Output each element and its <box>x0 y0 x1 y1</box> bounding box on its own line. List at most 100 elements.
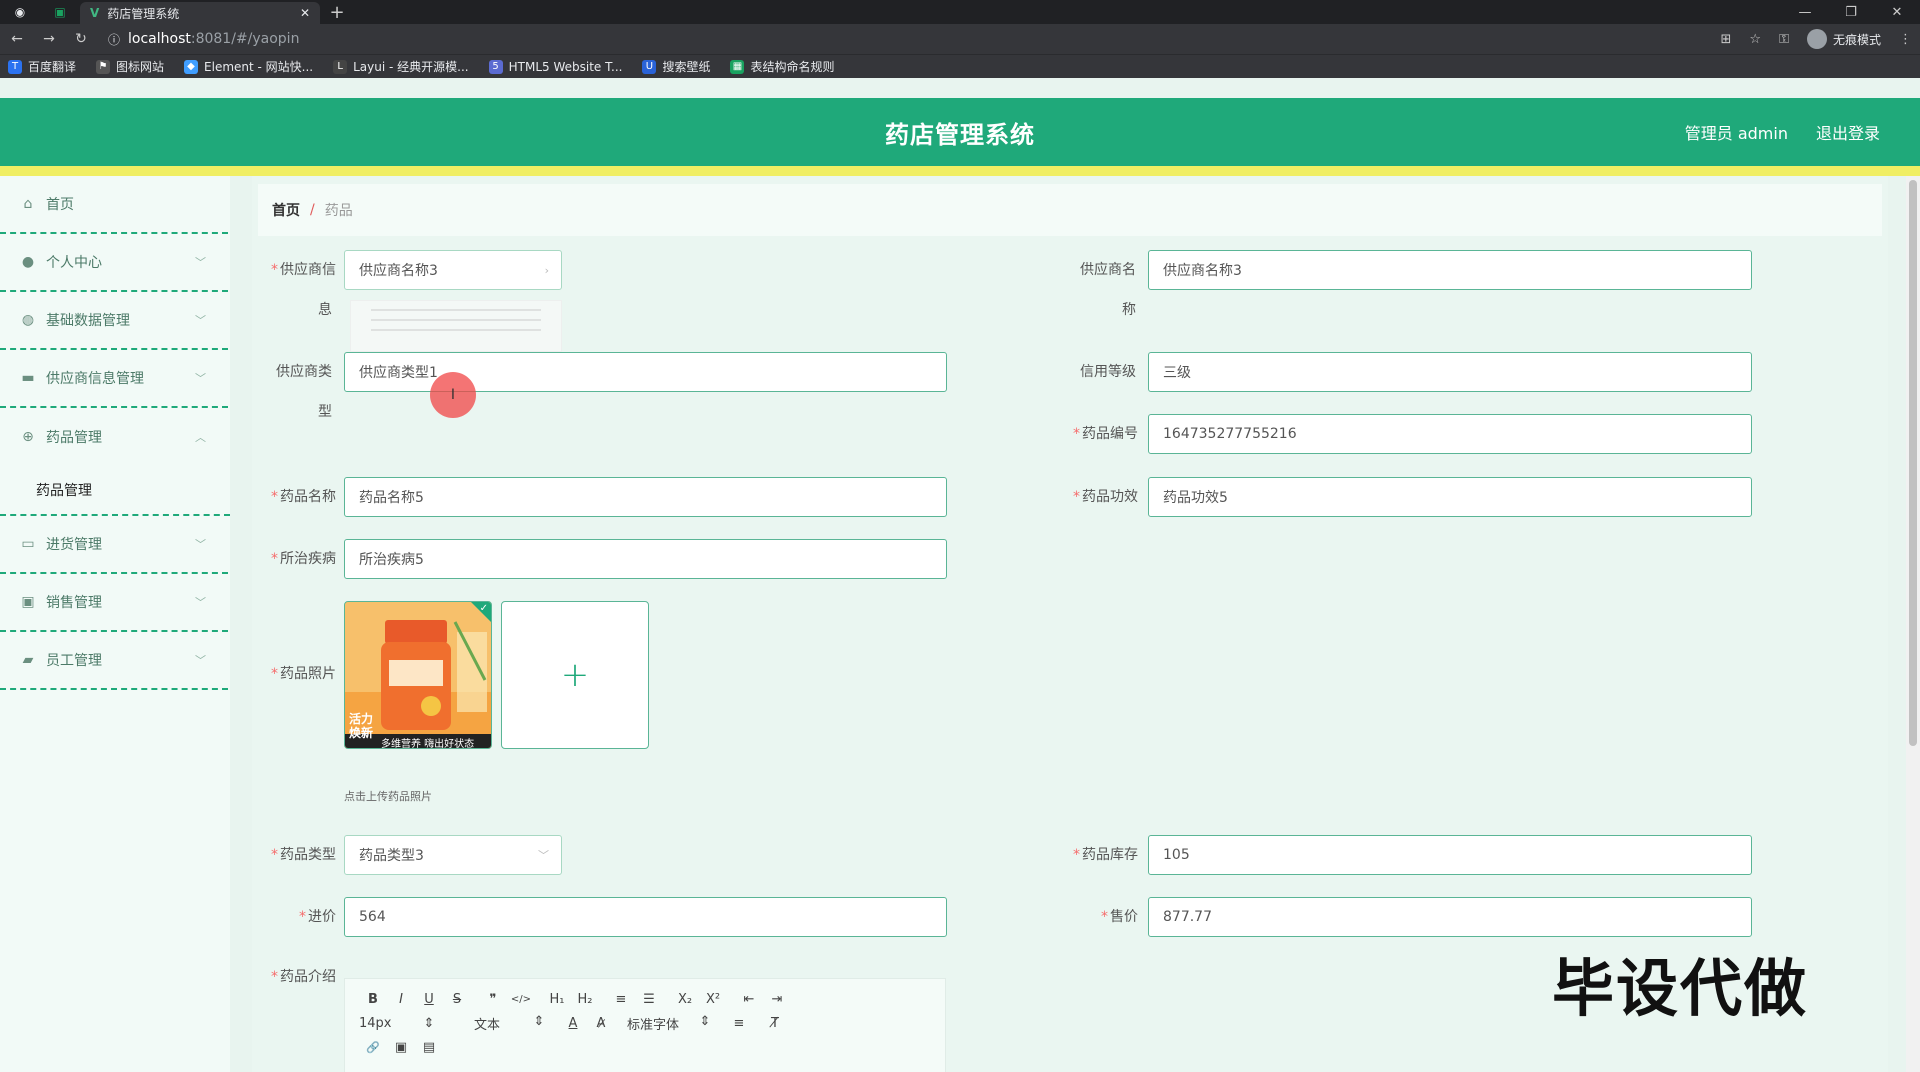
logout-button[interactable]: 退出登录 <box>1816 120 1880 144</box>
incognito-profile[interactable]: 无痕模式 <box>1806 29 1881 49</box>
ordered-list-icon[interactable]: ≡ <box>607 992 635 1007</box>
sort-icon: ⇕ <box>533 1013 545 1029</box>
check-icon: ✓ <box>479 603 488 614</box>
breadcrumb-separator: / <box>310 202 315 218</box>
key-icon[interactable]: ⚿ <box>1779 32 1789 47</box>
bookmark-item[interactable]: L Layui - 经典开源模... <box>333 58 469 75</box>
sidebar-item-purchase[interactable]: ▭ 进货管理 ﹀ <box>0 516 228 574</box>
bookmark-star-icon[interactable]: ☆ <box>1749 32 1761 47</box>
blockquote-icon[interactable]: ❞ <box>479 992 507 1007</box>
window-controls: — ❐ ✕ <box>1782 0 1920 24</box>
font-family-select[interactable]: 标准字体 ⇕ <box>615 1014 725 1033</box>
bullet-list-icon[interactable]: ☰ <box>635 992 663 1007</box>
code-icon[interactable]: </> <box>507 994 535 1005</box>
image-icon[interactable]: ▣ <box>387 1040 415 1055</box>
sidebar-item-base-data[interactable]: ◍ 基础数据管理 ﹀ <box>0 292 228 350</box>
sidebar-subitem-medicine[interactable]: 药品管理 <box>0 466 230 516</box>
address-bar[interactable]: ⓘ localhost:8081/#/yaopin <box>104 27 1707 51</box>
bookmark-item[interactable]: ⚑ 图标网站 <box>96 58 164 75</box>
supplier-name-label-line2: 称 <box>1122 302 1136 318</box>
incognito-label: 无痕模式 <box>1832 32 1881 47</box>
drug-type-label: * 药品类型 <box>271 847 336 863</box>
supplier-info-label: * 供应商信 <box>271 262 336 278</box>
active-tab[interactable]: V 药店管理系统 ✕ <box>80 2 320 24</box>
drug-name-field[interactable]: 药品名称5 <box>344 477 947 517</box>
back-button[interactable]: ← <box>8 31 26 47</box>
link-icon[interactable]: 🔗 <box>359 1041 387 1054</box>
add-photo-button[interactable]: + <box>501 601 649 749</box>
bookmark-item[interactable]: U 搜索壁纸 <box>642 58 710 75</box>
sale-price-field[interactable]: 877.77 <box>1148 897 1752 937</box>
tab-title: 药店管理系统 <box>107 6 180 21</box>
bookmark-label: Layui - 经典开源模... <box>353 60 469 74</box>
align-icon[interactable]: ≡ <box>725 1016 753 1031</box>
indent-icon[interactable]: ⇥ <box>763 992 791 1007</box>
element-icon: ◆ <box>184 59 199 74</box>
bookmark-label: HTML5 Website T... <box>508 59 623 74</box>
close-tab-icon[interactable]: ✕ <box>300 6 310 20</box>
minimize-button[interactable]: — <box>1782 0 1828 24</box>
scrollbar-thumb[interactable] <box>1909 180 1917 746</box>
video-icon[interactable]: ▤ <box>415 1040 443 1055</box>
clear-format-icon[interactable]: T̸ <box>761 1016 789 1031</box>
drug-photo-thumbnail[interactable]: 活力 焕新 多维营养 嗨出好状态 ✓ <box>344 601 492 749</box>
superscript-icon[interactable]: X² <box>699 992 727 1007</box>
sheet-icon: ▦ <box>730 59 745 74</box>
staff-icon: ▰ <box>22 652 34 668</box>
background-color-icon[interactable]: A̷ <box>587 1016 615 1031</box>
supplier-name-field[interactable]: 供应商名称3 <box>1148 250 1752 290</box>
bookmark-item[interactable]: ◆ Element - 网站快... <box>184 58 313 75</box>
disease-field[interactable]: 所治疾病5 <box>344 539 947 579</box>
bookmark-item[interactable]: 5 HTML5 Website T... <box>488 59 623 74</box>
incognito-icon <box>1806 29 1827 49</box>
disease-label: * 所治疾病 <box>271 551 336 567</box>
italic-icon[interactable]: I <box>387 992 415 1007</box>
new-tab-button[interactable]: + <box>320 0 354 24</box>
site-info-icon[interactable]: ⓘ <box>108 31 120 48</box>
sale-price-label: * 售价 <box>1101 909 1138 925</box>
bold-icon[interactable]: B <box>359 992 387 1007</box>
data-icon: ◍ <box>21 312 35 328</box>
wallpaper-icon: U <box>642 59 657 74</box>
font-color-icon[interactable]: A <box>559 1016 587 1031</box>
forward-button[interactable]: → <box>40 31 58 47</box>
outdent-icon[interactable]: ⇤ <box>735 992 763 1007</box>
editor-toolbar-row-2: 14px ⇕ 文本 ⇕ A A̷ 标准字体 ⇕ ≡ T̸ <box>345 1011 945 1035</box>
strike-icon[interactable]: S <box>443 992 471 1007</box>
header-select[interactable]: 文本 ⇕ <box>449 1014 559 1033</box>
subscript-icon[interactable]: X₂ <box>671 992 699 1007</box>
reload-button[interactable]: ↻ <box>72 31 90 47</box>
stock-field[interactable]: 105 <box>1148 835 1752 875</box>
font-size-select[interactable]: 14px ⇕ <box>359 1016 449 1031</box>
browser-menu-icon[interactable]: ◉ <box>0 0 40 24</box>
sidebar-item-staff[interactable]: ▰ 员工管理 ﹀ <box>0 632 228 690</box>
drug-type-select[interactable]: 药品类型3 ﹀ <box>344 835 562 875</box>
pinned-tab-icon[interactable]: ▣ <box>40 0 80 24</box>
bookmark-item[interactable]: T 百度翻译 <box>8 58 76 75</box>
h1-icon[interactable]: H₁ <box>543 992 571 1007</box>
credit-level-field[interactable]: 三级 <box>1148 352 1752 392</box>
purchase-price-field[interactable]: 564 <box>344 897 947 937</box>
underline-icon[interactable]: U <box>415 992 443 1007</box>
sidebar-item-home[interactable]: ⌂ 首页 <box>0 176 228 234</box>
chevron-down-icon: ﹀ <box>538 849 549 862</box>
browser-more-icon[interactable]: ⋮ <box>1899 32 1912 47</box>
translate-icon[interactable]: ⊞ <box>1721 32 1732 47</box>
sidebar-item-sales[interactable]: ▣ 销售管理 ﹀ <box>0 574 228 632</box>
h2-icon[interactable]: H₂ <box>571 992 599 1007</box>
restore-button[interactable]: ❐ <box>1828 0 1874 24</box>
sidebar-item-profile[interactable]: ● 个人中心 ﹀ <box>0 234 228 292</box>
close-window-button[interactable]: ✕ <box>1874 0 1920 24</box>
page-scrollbar[interactable] <box>1906 176 1920 1072</box>
breadcrumb-home[interactable]: 首页 <box>272 200 300 220</box>
bookmarks-bar: T 百度翻译 ⚑ 图标网站 ◆ Element - 网站快... L Layui - 经… <box>0 54 1920 78</box>
sidebar-item-label: 供应商信息管理 <box>46 371 144 387</box>
drug-effect-field[interactable]: 药品功效5 <box>1148 477 1752 517</box>
bookmark-item[interactable]: ▦ 表结构命名规则 <box>730 58 834 75</box>
supplier-info-select[interactable]: 供应商名称3 › <box>344 250 562 290</box>
sidebar-item-supplier[interactable]: ▬ 供应商信息管理 ﹀ <box>0 350 228 408</box>
sidebar-item-medicine[interactable]: ⊕ 药品管理 ︿ <box>0 408 228 466</box>
rich-text-editor[interactable]: B I U S ❞ </> H₁ H₂ ≡ ☰ X₂ X² ⇤ ⇥ 14px ⇕ … <box>344 978 946 1072</box>
drug-code-field[interactable]: 164735277755216 <box>1148 414 1752 454</box>
sidebar-item-label: 员工管理 <box>46 653 102 669</box>
